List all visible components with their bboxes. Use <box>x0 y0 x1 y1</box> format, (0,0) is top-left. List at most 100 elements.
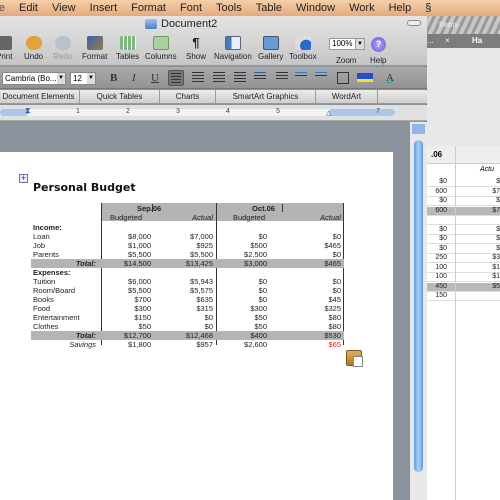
table-row[interactable]: Entertainment $150 $0 $50 $80 <box>31 313 344 322</box>
ribbon-tab-smartart-graphics[interactable]: SmartArt Graphics <box>216 90 316 103</box>
table-row[interactable]: Loan $8,000 $7,000 $0 $0 <box>31 232 344 241</box>
menu-work[interactable]: Work <box>349 2 374 14</box>
indent-marker[interactable]: ⧗ <box>25 106 31 116</box>
table-row[interactable]: Savings $1,800 $957 $2,600 $65 <box>31 340 344 349</box>
spreadsheet-row[interactable]: 600 $7 <box>425 206 500 216</box>
table-row[interactable]: Expenses: <box>31 268 344 277</box>
spreadsheet-row[interactable]: 600 $7 <box>425 188 500 197</box>
font-size-select[interactable]: 12 ▼ <box>70 72 96 85</box>
numbered-list-button[interactable] <box>252 70 268 86</box>
menu-font[interactable]: Font <box>180 2 202 14</box>
menu-format[interactable]: Format <box>131 2 166 14</box>
cell-value: $465 <box>324 241 341 250</box>
script-menu-icon[interactable]: § <box>425 2 431 14</box>
vertical-scrollbar[interactable] <box>410 122 427 500</box>
background-spreadsheet-window[interactable]: Items ... × Ha .06 Actu $0 $600 $7 $0 $600 $7… <box>425 16 500 500</box>
chevron-down-icon: ▼ <box>355 39 364 49</box>
menu-window[interactable]: Window <box>296 2 335 14</box>
menu-tools[interactable]: Tools <box>216 2 242 14</box>
tab-close-icon[interactable]: × <box>445 36 450 45</box>
formatting-toolbar: Cambria (Bo... ▼ 12 ▼ B I U A <box>0 67 427 89</box>
zoom-select[interactable]: 100% ▼ <box>329 38 365 50</box>
tables-button[interactable]: Tables <box>116 36 139 61</box>
menu-edit[interactable]: Edit <box>19 2 38 14</box>
align-right-button[interactable] <box>211 70 227 86</box>
table-row[interactable]: Books $700 $635 $0 $45 <box>31 295 344 304</box>
spreadsheet-row[interactable]: $0 $ <box>425 245 500 254</box>
bulleted-list-button[interactable] <box>274 70 290 86</box>
undo-button[interactable]: Undo <box>24 36 43 61</box>
font-name-select[interactable]: Cambria (Bo... ▼ <box>2 72 66 85</box>
toolbar-toggle-button[interactable] <box>407 20 421 26</box>
ribbon-tab-document-elements[interactable]: Document Elements <box>0 90 80 103</box>
borders-button[interactable] <box>337 72 349 84</box>
table-move-handle-icon[interactable]: + <box>19 174 28 183</box>
menu-file[interactable]: ile <box>0 2 5 14</box>
table-row[interactable]: Total: $14,500 $13,425 $3,000 $465 <box>31 259 344 268</box>
ribbon-tab-quick-tables[interactable]: Quick Tables <box>80 90 160 103</box>
toolbox-button[interactable]: Toolbox <box>289 36 317 61</box>
spreadsheet-row[interactable]: 150 <box>425 292 500 301</box>
cell-value: $5,500 <box>190 250 213 259</box>
ribbon-tab-charts[interactable]: Charts <box>160 90 216 103</box>
spreadsheet-row[interactable]: $0 $ <box>425 226 500 235</box>
format-button[interactable]: Format <box>82 36 107 61</box>
italic-button[interactable]: I <box>132 72 136 84</box>
horizontal-ruler[interactable]: ⧗ 1 2 3 4 5 △ 7 <box>0 105 427 121</box>
gallery-button[interactable]: Gallery <box>258 36 283 61</box>
bold-button[interactable]: B <box>110 72 117 84</box>
paste-options-icon[interactable] <box>346 350 363 367</box>
spreadsheet-row[interactable]: $0 $ <box>425 178 500 187</box>
cell-value: $ <box>496 235 500 242</box>
table-row[interactable]: Room/Board $5,500 $5,575 $0 $0 <box>31 286 344 295</box>
table-row[interactable]: Clothes $50 $0 $50 $80 <box>31 322 344 331</box>
columns-icon <box>152 36 169 50</box>
cell-value: $0 <box>258 232 267 241</box>
print-button[interactable]: Print <box>0 36 12 61</box>
table-row[interactable]: Job $1,000 $925 $500 $465 <box>31 241 344 250</box>
menu-insert[interactable]: Insert <box>90 2 118 14</box>
background-grid[interactable]: Actu $0 $600 $7 $0 $600 $7 $0 $ $0 $ $0 $250 $3 100 $1… <box>425 164 500 500</box>
align-left-button[interactable] <box>168 70 184 86</box>
menu-help[interactable]: Help <box>389 2 412 14</box>
highlight-color-button[interactable] <box>357 73 373 82</box>
help-icon[interactable]: ? <box>371 37 386 52</box>
table-row[interactable]: Income: <box>31 223 344 232</box>
ribbon-tab-wordart[interactable]: WordArt <box>316 90 378 103</box>
align-center-button[interactable] <box>190 70 206 86</box>
underline-button[interactable]: U <box>151 72 159 84</box>
table-icon <box>119 36 136 50</box>
printer-icon <box>0 36 13 50</box>
redo-button[interactable]: Redo <box>53 36 72 61</box>
spreadsheet-row[interactable]: 450 $5 <box>425 282 500 292</box>
spreadsheet-row[interactable]: 100 $1 <box>425 273 500 282</box>
table-row[interactable]: Tuition $6,000 $5,943 $0 $0 <box>31 277 344 286</box>
background-tab[interactable]: ... <box>427 36 434 45</box>
cell-value: $925 <box>196 241 213 250</box>
scroll-thumb[interactable] <box>414 140 423 472</box>
decrease-indent-button[interactable] <box>293 70 309 86</box>
table-row[interactable]: Parents $5,500 $5,500 $2,500 $0 <box>31 250 344 259</box>
row-label: Clothes <box>33 322 59 331</box>
toolbox-icon <box>294 36 311 50</box>
spreadsheet-row[interactable] <box>425 216 500 225</box>
background-tab-ha[interactable]: Ha <box>472 36 482 45</box>
columns-button[interactable]: Columns <box>145 36 177 61</box>
undo-icon <box>25 36 42 50</box>
row-label: Room/Board <box>33 286 76 295</box>
right-indent-marker[interactable]: △ <box>326 109 331 117</box>
navigation-button[interactable]: Navigation <box>214 36 252 61</box>
table-row[interactable]: Total: $12,700 $12,468 $400 $530 <box>31 331 344 340</box>
table-row[interactable]: Food $300 $315 $300 $325 <box>31 304 344 313</box>
font-color-button[interactable]: A <box>386 72 394 84</box>
spreadsheet-row[interactable]: $0 $ <box>425 197 500 206</box>
show-button[interactable]: ¶ Show <box>186 36 206 62</box>
spreadsheet-row[interactable]: 100 $1 <box>425 264 500 273</box>
increase-indent-button[interactable] <box>313 70 329 86</box>
menu-view[interactable]: View <box>52 2 76 14</box>
menu-table[interactable]: Table <box>256 2 282 14</box>
justify-button[interactable] <box>232 70 248 86</box>
spreadsheet-row[interactable]: 250 $3 <box>425 254 500 263</box>
split-view-icon[interactable] <box>412 124 425 134</box>
spreadsheet-row[interactable]: $0 $ <box>425 235 500 244</box>
